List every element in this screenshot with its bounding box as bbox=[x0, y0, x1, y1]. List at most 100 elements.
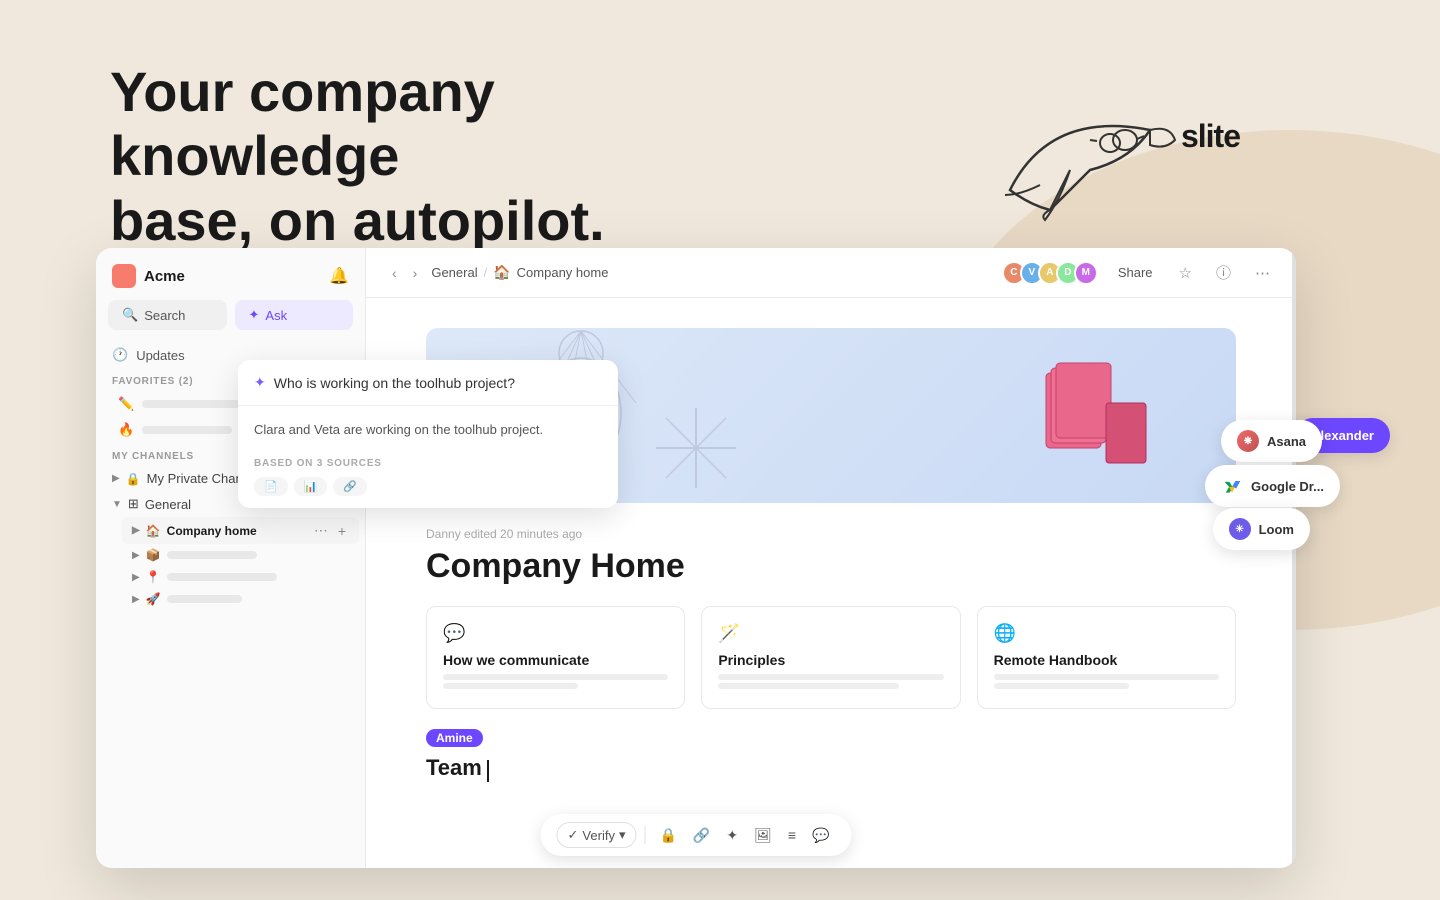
back-button[interactable]: ‹ bbox=[386, 261, 403, 285]
loom-label: Loom bbox=[1259, 522, 1294, 537]
asana-badge: ❋ Asana bbox=[1221, 420, 1322, 462]
asana-label: Asana bbox=[1267, 434, 1306, 449]
search-icon: 🔍 bbox=[122, 307, 138, 323]
banner-figure-2 bbox=[656, 408, 736, 493]
card-communicate[interactable]: 💬 How we communicate bbox=[426, 606, 685, 709]
ai-sources-icons: 📄 📊 🔗 bbox=[238, 477, 618, 508]
forward-button[interactable]: › bbox=[407, 261, 424, 285]
ask-button[interactable]: ✦ Ask bbox=[235, 300, 354, 330]
card-bar-1 bbox=[443, 674, 668, 680]
more-options-button[interactable]: ⋯ bbox=[311, 521, 331, 540]
share-button[interactable]: Share bbox=[1110, 261, 1161, 284]
search-ask-row: 🔍 Search ✦ Ask bbox=[96, 300, 365, 342]
slite-logo: slite bbox=[1181, 118, 1240, 155]
source-doc-icon: 📄 bbox=[264, 480, 278, 493]
channel-children: ▶ 🏠 Company home ⋯ + ▶ 📦 bbox=[122, 517, 359, 610]
breadcrumb-separator: / bbox=[484, 265, 488, 280]
verify-button[interactable]: ✓ Verify ▾ bbox=[557, 822, 637, 848]
sub-chevron-2: ▶ bbox=[132, 572, 140, 583]
card-bar-2 bbox=[443, 683, 578, 689]
toolbar-separator-1 bbox=[644, 826, 645, 844]
chevron-down-icon: ▼ bbox=[112, 499, 122, 510]
verify-icon: ✓ bbox=[568, 827, 579, 843]
channel-sub-item-2[interactable]: ▶ 📍 bbox=[122, 566, 359, 588]
sidebar: Acme 🔔 🔍 Search ✦ Ask 🕐 Updates FAVORITE… bbox=[96, 248, 366, 868]
list-btn[interactable]: ≡ bbox=[782, 824, 802, 846]
pin-icon: 📍 bbox=[146, 570, 161, 584]
clock-icon: 🕐 bbox=[112, 347, 128, 363]
collaborator-avatars: C V A D M bbox=[1002, 261, 1098, 285]
channel-sub-item-3[interactable]: ▶ 🚀 bbox=[122, 588, 359, 610]
workspace-avatar bbox=[112, 264, 136, 288]
source-chip-2: 📊 bbox=[294, 477, 328, 496]
ai-query: ✦ Who is working on the toolhub project? bbox=[238, 360, 618, 406]
sparkle-icon: ✦ bbox=[249, 307, 260, 323]
sub-chevron-3: ▶ bbox=[132, 594, 140, 605]
doc-title: Company Home bbox=[426, 547, 1236, 586]
home-icon: 🏠 bbox=[146, 524, 161, 538]
ai-popup: ✦ Who is working on the toolhub project?… bbox=[238, 360, 618, 508]
chevron-right-icon: ▶ bbox=[112, 473, 120, 484]
child-actions: ⋯ + bbox=[311, 521, 349, 540]
comment-btn[interactable]: 💬 bbox=[806, 824, 835, 847]
add-child-button[interactable]: + bbox=[335, 522, 349, 540]
doc-meta: Danny edited 20 minutes ago bbox=[426, 527, 1236, 541]
hero-section: Your company knowledge base, on autopilo… bbox=[110, 60, 730, 253]
ai-sources-label: BASED ON 3 SOURCES bbox=[238, 454, 618, 477]
handbook-icon: 🌐 bbox=[994, 623, 1219, 644]
source-chart-icon: 📊 bbox=[304, 480, 318, 493]
amine-tag: Amine bbox=[426, 729, 1236, 751]
pen-icon: ✏️ bbox=[118, 396, 134, 412]
toolbar: ‹ › General / 🏠 Company home C V A D M S… bbox=[366, 248, 1296, 298]
breadcrumb-general[interactable]: General bbox=[431, 265, 477, 280]
fav-bar-2 bbox=[142, 426, 232, 434]
bell-icon[interactable]: 🔔 bbox=[329, 266, 349, 286]
breadcrumb: General / 🏠 Company home bbox=[431, 264, 993, 281]
gdrive-badge: Google Dr... bbox=[1205, 465, 1340, 507]
link-btn[interactable]: 🔗 bbox=[687, 824, 716, 847]
image-btn[interactable]: 🖼 bbox=[748, 824, 778, 847]
ai-answer: Clara and Veta are working on the toolhu… bbox=[238, 406, 618, 454]
avatar-5: M bbox=[1074, 261, 1098, 285]
general-channel-group: ▼ ⊞ General ▶ 🏠 Company home ⋯ + bbox=[102, 491, 359, 610]
loom-badge: ✳ Loom bbox=[1213, 508, 1310, 550]
communicate-icon: 💬 bbox=[443, 623, 668, 644]
fire-icon: 🔥 bbox=[118, 422, 134, 438]
doc-cards: 💬 How we communicate 🪄 Principles 🌐 Remo… bbox=[426, 606, 1236, 709]
asana-icon: ❋ bbox=[1237, 430, 1259, 452]
card-handbook[interactable]: 🌐 Remote Handbook bbox=[977, 606, 1236, 709]
info-button[interactable]: ⓘ bbox=[1210, 258, 1237, 287]
toolbar-actions: C V A D M Share ☆ ⓘ ⋯ bbox=[1002, 258, 1276, 287]
ai-btn[interactable]: ✦ bbox=[720, 824, 744, 847]
card-principles-title: Principles bbox=[718, 652, 943, 668]
loom-icon: ✳ bbox=[1229, 518, 1251, 540]
card-bar-6 bbox=[994, 683, 1129, 689]
company-home-item[interactable]: ▶ 🏠 Company home ⋯ + bbox=[122, 517, 359, 544]
breadcrumb-company-home[interactable]: Company home bbox=[517, 265, 609, 280]
workspace-name[interactable]: Acme bbox=[112, 264, 185, 288]
card-communicate-title: How we communicate bbox=[443, 652, 668, 668]
source-chip-1: 📄 bbox=[254, 477, 288, 496]
lock-icon: 🔒 bbox=[126, 472, 141, 486]
more-options-toolbar-button[interactable]: ⋯ bbox=[1249, 260, 1276, 286]
editor-toolbar: ✓ Verify ▾ 🔒 🔗 ✦ 🖼 ≡ 💬 bbox=[541, 814, 852, 856]
source-link-icon: 🔗 bbox=[343, 480, 357, 493]
star-button[interactable]: ☆ bbox=[1173, 260, 1198, 286]
lock-btn[interactable]: 🔒 bbox=[653, 824, 682, 847]
nav-arrows: ‹ › bbox=[386, 261, 423, 285]
principles-icon: 🪄 bbox=[718, 623, 943, 644]
sub-bar-3 bbox=[167, 595, 242, 603]
card-bar-3 bbox=[718, 674, 943, 680]
source-chip-3: 🔗 bbox=[333, 477, 367, 496]
app-window: Acme 🔔 🔍 Search ✦ Ask 🕐 Updates FAVORITE… bbox=[96, 248, 1296, 868]
grid-icon: ⊞ bbox=[128, 496, 139, 512]
card-bar-5 bbox=[994, 674, 1219, 680]
search-button[interactable]: 🔍 Search bbox=[108, 300, 227, 330]
hero-heading: Your company knowledge base, on autopilo… bbox=[110, 60, 730, 253]
sub-bar-1 bbox=[167, 551, 257, 559]
card-principles[interactable]: 🪄 Principles bbox=[701, 606, 960, 709]
books-illustration bbox=[1016, 343, 1176, 498]
text-cursor bbox=[487, 760, 489, 782]
team-row: Team bbox=[426, 755, 1236, 782]
channel-sub-item-1[interactable]: ▶ 📦 bbox=[122, 544, 359, 566]
